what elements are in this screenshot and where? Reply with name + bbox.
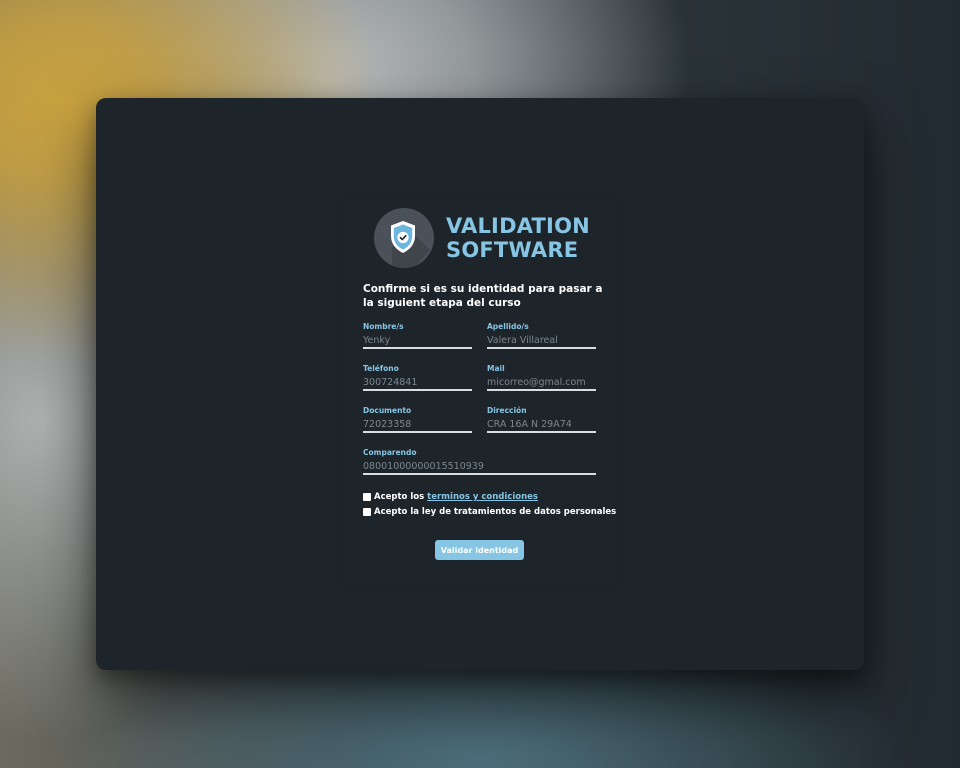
apellido-field-group: Apellido/s <box>487 322 596 349</box>
terms-checkbox-label: Acepto los <box>374 492 425 502</box>
telefono-label: Teléfono <box>363 364 399 373</box>
validation-form-card: VALIDATION SOFTWARE Confirme si es su id… <box>346 198 616 586</box>
privacy-checkbox-label: Acepto la ley de tratamientos de datos p… <box>374 507 617 517</box>
comparendo-field-group: Comparendo <box>363 448 596 475</box>
intro-text: Confirme si es su identidad para pasar a… <box>363 283 603 309</box>
terms-link[interactable]: terminos y condiciones <box>427 492 538 502</box>
documento-field-group: Documento <box>363 406 472 433</box>
brand-header: VALIDATION SOFTWARE <box>374 208 590 268</box>
documento-input[interactable] <box>363 417 472 433</box>
apellido-input[interactable] <box>487 333 596 349</box>
terms-checkbox[interactable] <box>363 493 371 501</box>
comparendo-input[interactable] <box>363 459 596 475</box>
telefono-input[interactable] <box>363 375 472 391</box>
mail-input[interactable] <box>487 375 596 391</box>
apellido-label: Apellido/s <box>487 322 529 331</box>
brand-title-line2: SOFTWARE <box>446 238 579 262</box>
direccion-input[interactable] <box>487 417 596 433</box>
mail-field-group: Mail <box>487 364 596 391</box>
privacy-checkbox[interactable] <box>363 508 371 516</box>
shield-check-icon <box>374 208 434 268</box>
comparendo-label: Comparendo <box>363 448 417 457</box>
telefono-field-group: Teléfono <box>363 364 472 391</box>
documento-label: Documento <box>363 406 412 415</box>
brand-title-line1: VALIDATION <box>446 214 590 238</box>
privacy-checkbox-row: Acepto la ley de tratamientos de datos p… <box>363 507 616 517</box>
validate-identity-button[interactable]: Validar identidad <box>435 540 524 560</box>
nombre-input[interactable] <box>363 333 472 349</box>
direccion-label: Dirección <box>487 406 527 415</box>
mail-label: Mail <box>487 364 505 373</box>
nombre-field-group: Nombre/s <box>363 322 472 349</box>
nombre-label: Nombre/s <box>363 322 404 331</box>
direccion-field-group: Dirección <box>487 406 596 433</box>
app-window: VALIDATION SOFTWARE Confirme si es su id… <box>96 98 864 670</box>
brand-title: VALIDATION SOFTWARE <box>446 214 590 262</box>
terms-checkbox-row: Acepto los terminos y condiciones <box>363 492 538 502</box>
